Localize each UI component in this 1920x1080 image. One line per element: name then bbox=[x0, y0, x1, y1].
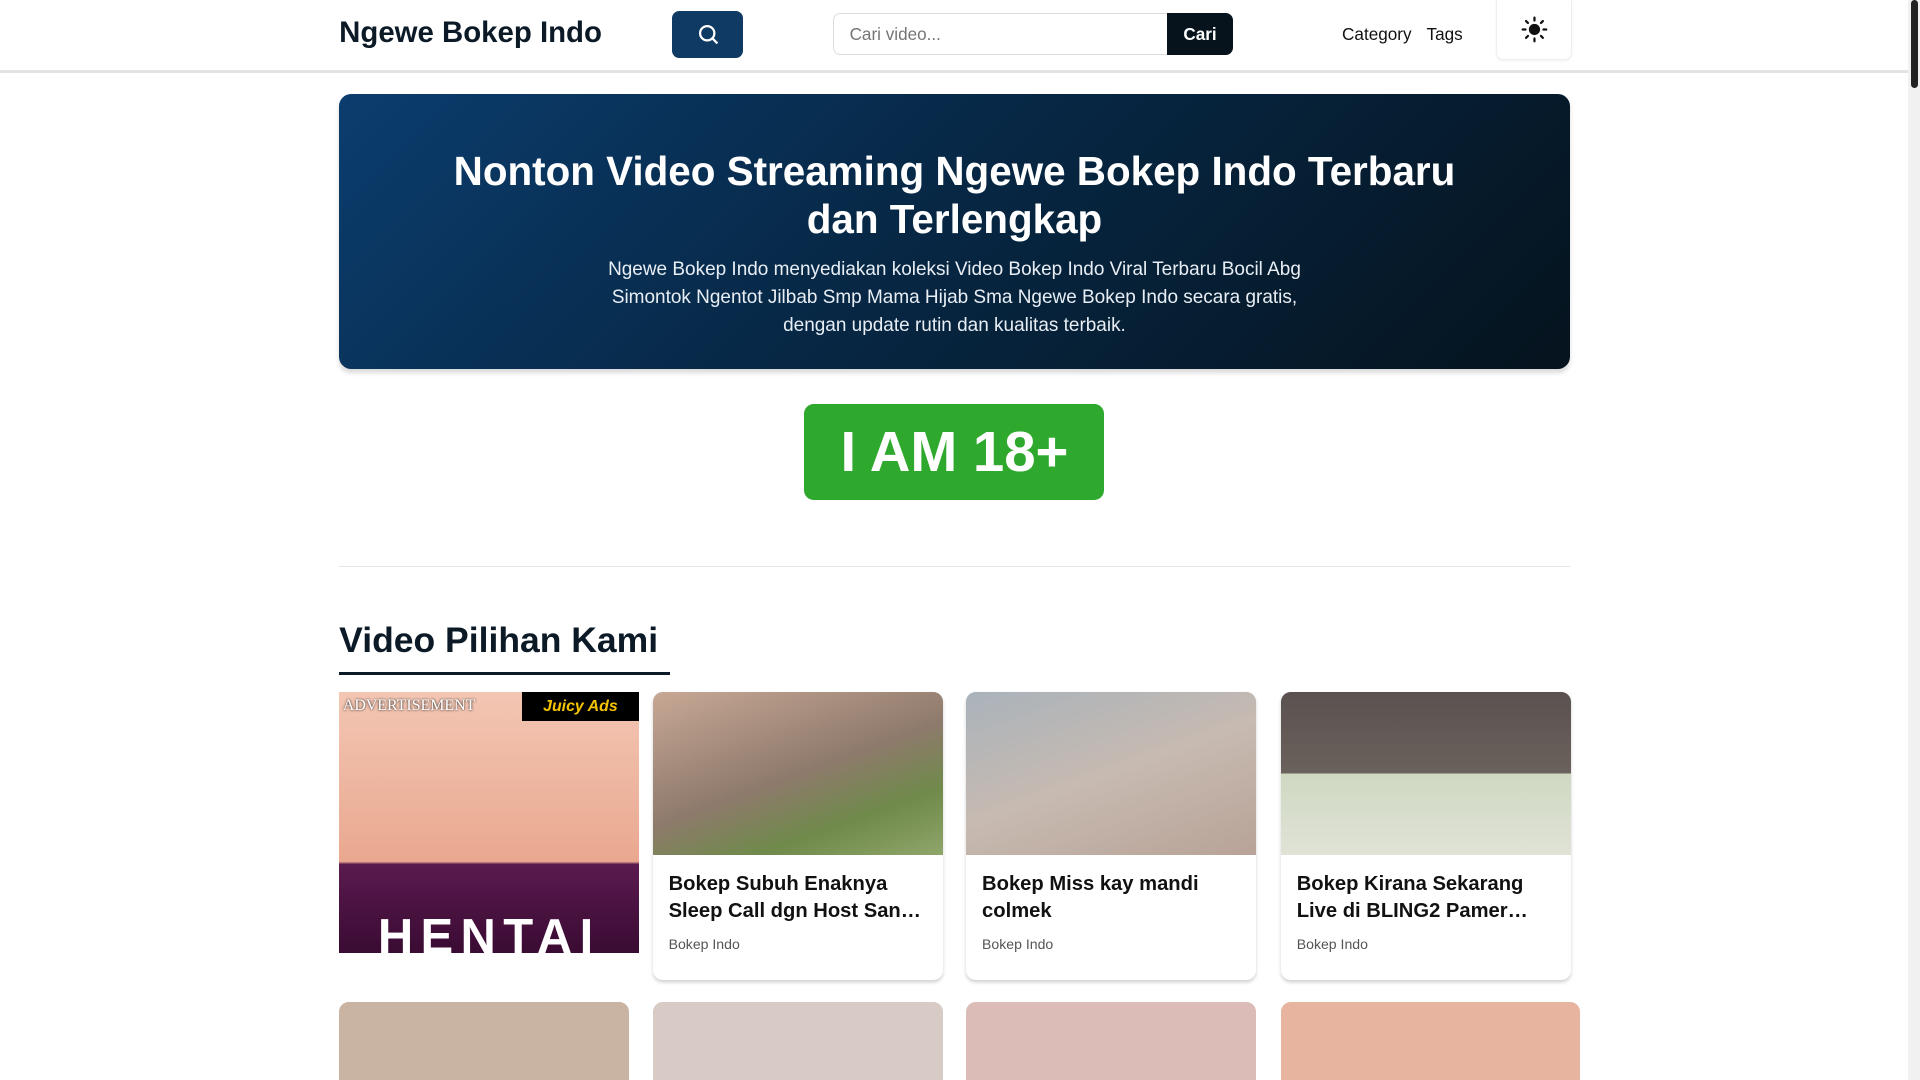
section-title: Video Pilihan Kami bbox=[339, 619, 659, 660]
nav-tags[interactable]: Tags bbox=[1427, 24, 1463, 45]
age-verification-ad[interactable]: I AM 18+ bbox=[804, 404, 1105, 500]
scrollbar-thumb[interactable] bbox=[1911, 0, 1918, 89]
video-thumbnail[interactable] bbox=[339, 1001, 630, 1080]
hero-banner: Nonton Video Streaming Ngewe Bokep Indo … bbox=[339, 94, 1570, 369]
video-thumbnail[interactable] bbox=[652, 691, 943, 855]
ad-label: ADVERTISEMENT bbox=[342, 696, 476, 714]
video-category[interactable]: Bokep Indo bbox=[669, 936, 740, 952]
hero-description: Ngewe Bokep Indo menyediakan koleksi Vid… bbox=[608, 258, 1301, 337]
nav-category[interactable]: Category bbox=[1342, 24, 1412, 45]
theme-toggle-button[interactable] bbox=[1496, 0, 1572, 60]
ad-text: HENTAI bbox=[377, 909, 601, 953]
search-input[interactable] bbox=[832, 13, 1167, 56]
search-icon bbox=[698, 24, 718, 45]
sun-icon bbox=[1521, 16, 1547, 43]
scrollbar[interactable] bbox=[1907, 0, 1920, 1080]
video-thumbnail[interactable] bbox=[652, 1001, 943, 1080]
search-toggle-button[interactable] bbox=[672, 11, 744, 58]
header: Ngewe Bokep Indo Cari Category Tags bbox=[0, 0, 1908, 73]
divider bbox=[339, 565, 1570, 567]
advertisement[interactable]: ADVERTISEMENT Juicy Ads HENTAI bbox=[339, 691, 640, 953]
video-card[interactable]: Bokep Subuh Enaknya Sleep Call dgn Host … bbox=[652, 691, 943, 980]
video-card[interactable]: Bokep Kirana Sekarang Live di BLING2 Pam… bbox=[1280, 691, 1572, 980]
advertisement[interactable] bbox=[1280, 1001, 1580, 1080]
search-submit-button[interactable]: Cari bbox=[1166, 13, 1234, 56]
hero-title: Nonton Video Streaming Ngewe Bokep Indo … bbox=[453, 148, 1456, 242]
video-thumbnail[interactable] bbox=[966, 1001, 1257, 1080]
video-thumbnail[interactable] bbox=[966, 691, 1257, 855]
video-title[interactable]: Bokep Kirana Sekarang Live di BLING2 Pam… bbox=[1297, 871, 1557, 925]
video-thumbnail[interactable] bbox=[1280, 691, 1572, 855]
ad-brand: Juicy Ads bbox=[521, 691, 640, 722]
video-category[interactable]: Bokep Indo bbox=[982, 936, 1053, 952]
video-title[interactable]: Bokep Subuh Enaknya Sleep Call dgn Host … bbox=[669, 871, 929, 925]
video-category[interactable]: Bokep Indo bbox=[1297, 936, 1368, 952]
site-logo[interactable]: Ngewe Bokep Indo bbox=[339, 16, 602, 50]
video-card[interactable]: Bokep Miss kay mandi colmek Bokep Indo bbox=[966, 691, 1257, 980]
section-underline bbox=[339, 672, 670, 675]
video-title[interactable]: Bokep Miss kay mandi colmek bbox=[982, 871, 1242, 925]
